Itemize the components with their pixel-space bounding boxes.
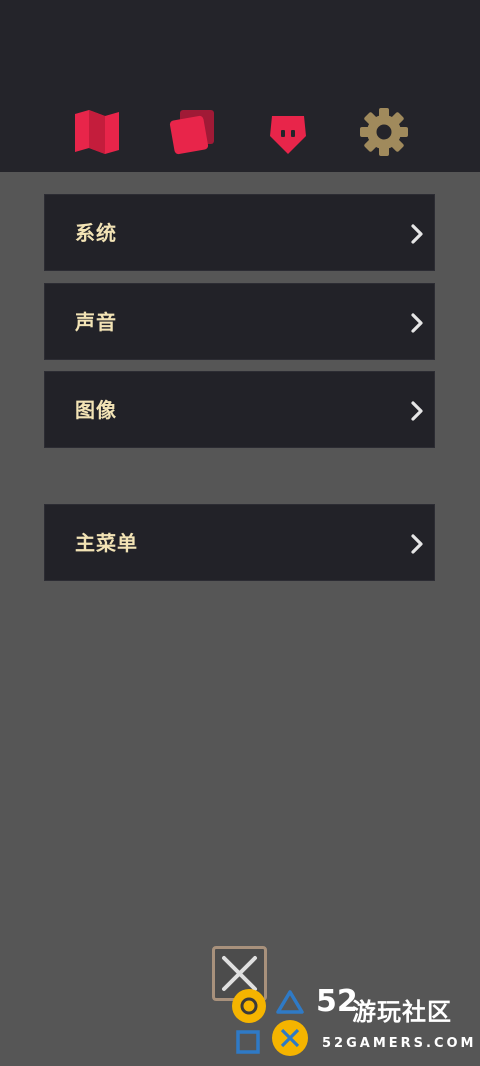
map-icon[interactable] bbox=[71, 106, 123, 158]
menu-item-system[interactable]: 系统 bbox=[44, 194, 435, 271]
menu-item-label: 主菜单 bbox=[75, 531, 138, 555]
cards-icon[interactable] bbox=[166, 106, 218, 158]
chevron-right-icon bbox=[411, 224, 423, 244]
watermark-name: 游玩社区 bbox=[352, 998, 452, 1026]
menu-item-sound[interactable]: 声音 bbox=[44, 283, 435, 360]
menu-item-label: 声音 bbox=[75, 310, 117, 334]
menu-item-main-menu[interactable]: 主菜单 bbox=[44, 504, 435, 581]
gear-icon[interactable] bbox=[357, 106, 409, 158]
menu-item-graphics[interactable]: 图像 bbox=[44, 371, 435, 448]
chevron-right-icon bbox=[411, 313, 423, 333]
settings-tab-bar bbox=[0, 0, 480, 172]
menu-item-label: 图像 bbox=[75, 398, 117, 422]
character-mask-icon[interactable] bbox=[262, 106, 314, 158]
watermark-logo bbox=[232, 989, 308, 1056]
menu-item-label: 系统 bbox=[75, 221, 117, 245]
chevron-right-icon bbox=[411, 534, 423, 554]
watermark-url: 52GAMERS.COM bbox=[322, 1036, 477, 1051]
watermark: 52 游玩社区 52GAMERS.COM bbox=[232, 984, 480, 1066]
chevron-right-icon bbox=[411, 401, 423, 421]
